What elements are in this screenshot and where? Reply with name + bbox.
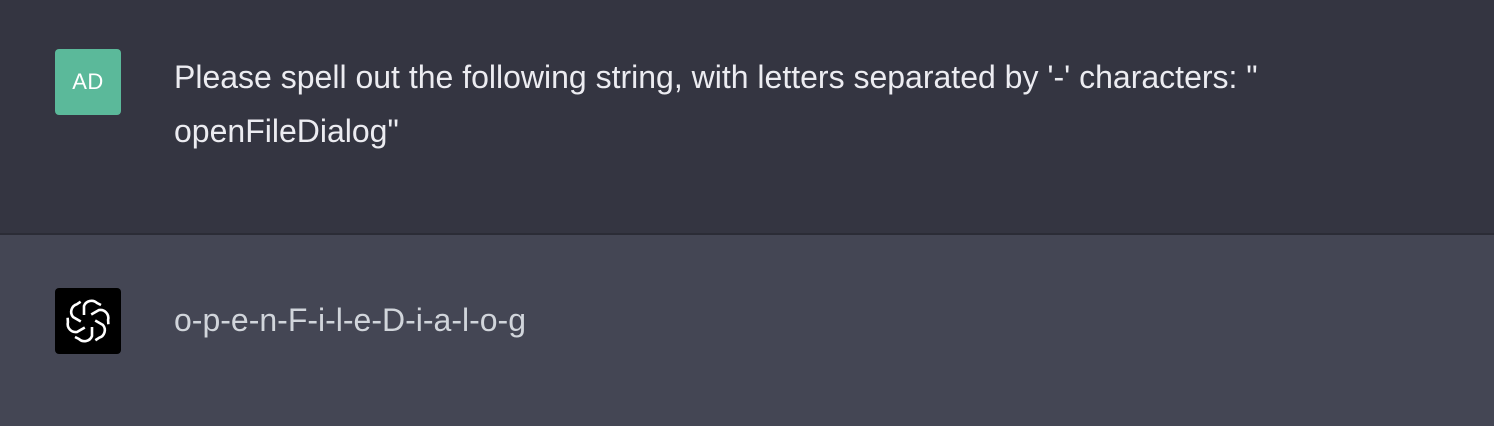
user-message-row: AD Please spell out the following string… <box>0 0 1494 235</box>
user-message-line: openFileDialog" <box>174 113 399 149</box>
conversation-thread: AD Please spell out the following string… <box>0 0 1494 426</box>
assistant-message-row: o-p-e-n-F-i-l-e-D-i-a-l-o-g <box>0 235 1494 426</box>
user-message-text: Please spell out the following string, w… <box>174 50 1404 158</box>
user-avatar-initials: AD <box>72 69 104 94</box>
assistant-message-text: o-p-e-n-F-i-l-e-D-i-a-l-o-g <box>174 293 1404 347</box>
assistant-avatar <box>55 288 121 354</box>
openai-logo-icon <box>66 299 110 343</box>
user-message-line: Please spell out the following string, w… <box>174 59 1258 95</box>
assistant-message-line: o-p-e-n-F-i-l-e-D-i-a-l-o-g <box>174 302 526 338</box>
user-avatar: AD <box>55 49 121 115</box>
